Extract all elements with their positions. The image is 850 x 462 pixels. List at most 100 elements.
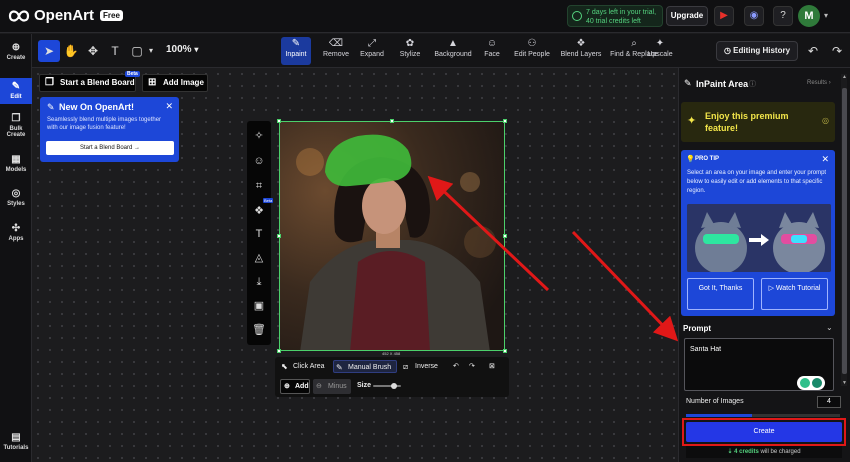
sidebar-item-tutorials[interactable]: ▤ Tutorials xyxy=(0,432,32,458)
add-mask-button[interactable]: ⊕ Add xyxy=(280,379,310,394)
pro-tip-image xyxy=(687,204,831,272)
book-icon: ▤ xyxy=(11,432,21,443)
chevron-down-icon[interactable]: ⌄ xyxy=(826,323,833,332)
resize-handle[interactable] xyxy=(503,119,507,123)
youtube-icon[interactable]: ▶ xyxy=(714,6,734,26)
close-icon[interactable]: ✕ xyxy=(165,101,173,112)
start-blend-board-button[interactable]: ❐ Start a Blend Board xyxy=(39,74,136,92)
tab-upscale[interactable]: ✦ Upscale xyxy=(643,37,677,65)
chevron-right-icon: › xyxy=(828,80,831,86)
new-card-desc: Seamlessly blend multiple images togethe… xyxy=(47,117,162,131)
play-icon: ▷ xyxy=(768,285,776,292)
prompt-assist-toggle[interactable] xyxy=(797,376,825,390)
download-icon[interactable]: ⤓ xyxy=(247,275,271,289)
slider-thumb[interactable] xyxy=(391,383,397,389)
resize-handle[interactable] xyxy=(277,349,281,353)
premium-info-icon: ◎ xyxy=(822,116,829,125)
clear-icon[interactable]: ⊠ xyxy=(485,360,495,373)
save-icon[interactable]: ▣ xyxy=(247,299,271,313)
inverse-button[interactable]: ⧄ Inverse xyxy=(401,360,438,373)
zoom-level[interactable]: 100% ▾ xyxy=(166,44,198,55)
premium-banner[interactable]: ✦ Enjoy this premium feature! ◎ xyxy=(681,102,835,142)
tab-remove-label[interactable]: ⌫ Remove xyxy=(321,37,351,65)
brush-size-slider[interactable] xyxy=(373,383,401,389)
number-of-images-input[interactable]: 4 xyxy=(817,396,841,408)
chevron-down-icon[interactable]: ▾ xyxy=(142,42,160,60)
tab-face[interactable]: ☺ Face xyxy=(479,37,505,65)
brand-name: OpenArt xyxy=(34,7,94,24)
resize-handle[interactable] xyxy=(503,234,507,238)
minus-circle-icon: ⊖ xyxy=(316,383,322,390)
redo-icon[interactable]: ↷ xyxy=(828,42,846,60)
number-of-images-slider[interactable] xyxy=(686,414,840,417)
inverse-icon: ⧄ xyxy=(403,362,409,371)
tab-background[interactable]: ▲ Background xyxy=(432,37,474,65)
trash-icon[interactable]: 🗑 xyxy=(247,323,271,337)
got-it-button[interactable]: Got It, Thanks xyxy=(687,278,754,310)
close-icon[interactable]: ✕ xyxy=(821,154,829,165)
tab-edit-people[interactable]: ⚇ Edit People xyxy=(511,37,553,65)
layers-icon[interactable]: ❖ xyxy=(247,204,271,218)
move-icon[interactable]: ✥ xyxy=(84,42,102,60)
sidebar-item-edit[interactable]: ✎ Edit xyxy=(0,78,32,104)
expand-icon: ⤢ xyxy=(368,38,376,49)
shapes-icon[interactable]: ◬ xyxy=(247,251,271,265)
eraser-icon: ⌫ xyxy=(328,38,344,49)
tab-expand[interactable]: ⤢ Expand xyxy=(356,37,388,65)
trial-status[interactable]: 7 days left in your trial, 40 trial cred… xyxy=(567,5,663,27)
sidebar: ⊕ Create ✎ Edit ❐ Bulk Create ▦ Models ◎ Styl… xyxy=(0,34,32,462)
editing-history-button[interactable]: ◷ Editing History xyxy=(716,41,798,61)
text-icon[interactable]: T xyxy=(106,42,124,60)
upgrade-button[interactable]: Upgrade xyxy=(666,6,708,26)
ai-assist-icon xyxy=(800,378,822,388)
sidebar-item-styles[interactable]: ◎ Styles xyxy=(0,188,32,214)
sidebar-item-bulk-create[interactable]: ❐ Bulk Create xyxy=(0,113,32,143)
discord-icon[interactable]: ◉ xyxy=(744,6,764,26)
scrollbar-thumb[interactable] xyxy=(842,88,847,374)
avatar[interactable]: M xyxy=(798,5,820,27)
info-icon[interactable]: ⓘ xyxy=(749,79,756,89)
text-icon[interactable]: T xyxy=(247,227,271,241)
edit-icon: ✎ xyxy=(11,81,21,92)
manual-brush-button[interactable]: ✎ Manual Brush xyxy=(333,360,397,373)
add-image-button[interactable]: ⊞ Add Image xyxy=(142,74,208,92)
crop-icon[interactable]: ⌗ xyxy=(247,179,271,193)
scroll-down-icon[interactable]: ▼ xyxy=(842,380,847,386)
help-icon[interactable]: ? xyxy=(773,6,793,26)
tab-blend-layers[interactable]: ❖ Blend Layers xyxy=(559,37,603,65)
plus-icon: ⊕ xyxy=(11,42,21,53)
hand-icon[interactable]: ✋ xyxy=(62,42,80,60)
tab-stylize[interactable]: ✿ Stylize xyxy=(394,37,426,65)
resize-handle[interactable] xyxy=(277,119,281,123)
redo-icon[interactable]: ↷ xyxy=(465,360,475,373)
sparkle-icon: ✦ xyxy=(687,115,697,127)
chevron-down-icon: ▾ xyxy=(194,45,199,54)
sidebar-item-apps[interactable]: ✣ Apps xyxy=(0,223,32,249)
chevron-down-icon[interactable]: ▾ xyxy=(824,11,828,20)
scroll-up-icon[interactable]: ▲ xyxy=(842,74,847,80)
cat-before-after-illustration xyxy=(687,204,831,272)
resize-handle[interactable] xyxy=(277,234,281,238)
tab-remove[interactable] xyxy=(290,37,322,65)
sidebar-item-models[interactable]: ▦ Models xyxy=(0,154,32,180)
undo-icon[interactable]: ↶ xyxy=(804,42,822,60)
edited-image[interactable] xyxy=(279,121,505,351)
watch-tutorial-button[interactable]: ▷ Watch Tutorial xyxy=(761,278,828,310)
sidebar-item-create[interactable]: ⊕ Create xyxy=(0,42,32,68)
person-icon[interactable]: ☺ xyxy=(247,154,271,168)
minus-mask-button[interactable]: ⊖ Minus xyxy=(313,379,351,394)
logo[interactable]: OpenArt Free xyxy=(8,7,123,24)
resize-handle[interactable] xyxy=(503,349,507,353)
resize-handle[interactable] xyxy=(390,119,394,123)
plan-badge: Free xyxy=(100,10,123,21)
history-icon: ◷ xyxy=(723,46,734,55)
create-button[interactable]: Create xyxy=(686,422,842,442)
results-link[interactable]: Results › xyxy=(807,80,831,86)
prompt-label: Prompt xyxy=(683,324,711,333)
inpaint-icon: ✎ xyxy=(684,78,692,88)
magic-wand-icon[interactable]: ✧ xyxy=(247,129,271,143)
start-blend-board-card-button[interactable]: Start a Blend Board → xyxy=(46,141,174,155)
select-pointer-icon[interactable]: ➤ xyxy=(38,40,60,62)
click-area-button[interactable]: ⬉ Click Area xyxy=(279,360,325,373)
undo-icon[interactable]: ↶ xyxy=(449,360,459,373)
